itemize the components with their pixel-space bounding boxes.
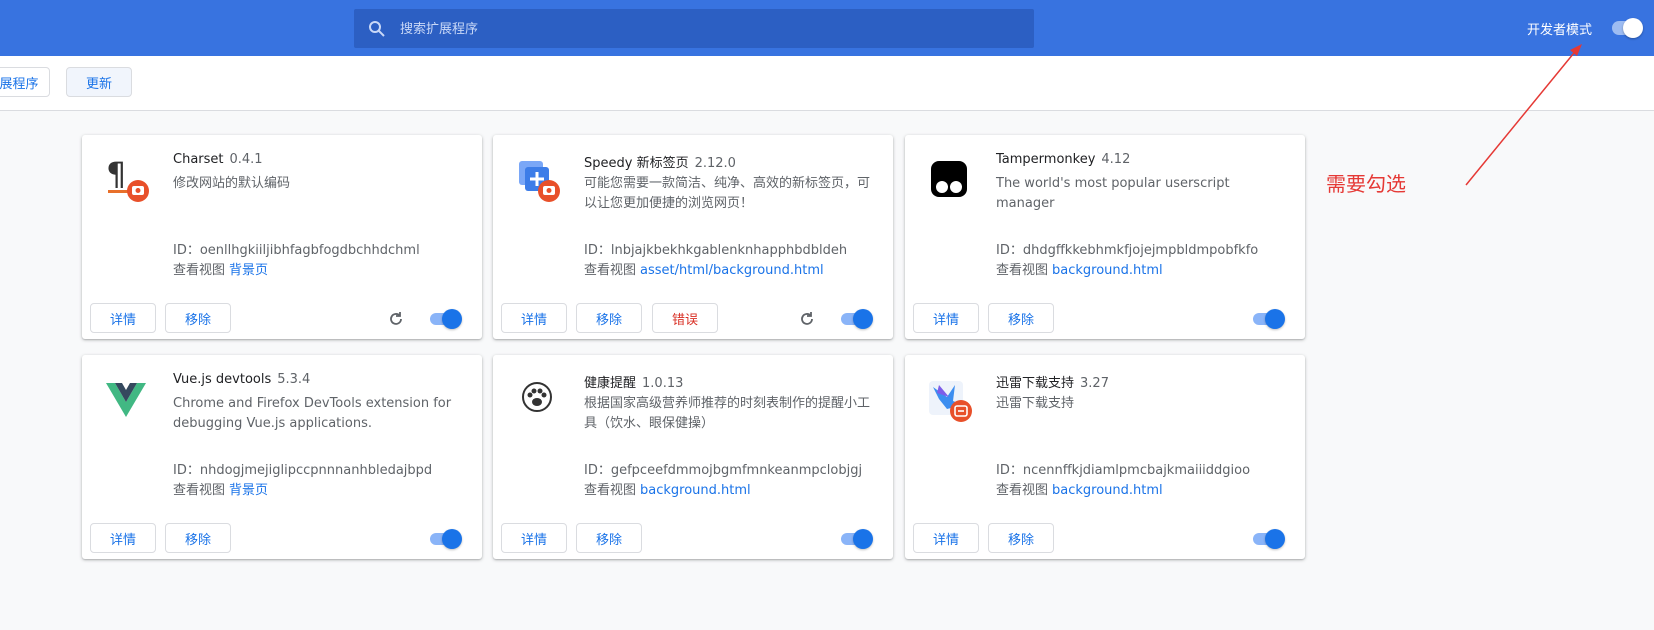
developer-mode-toggle[interactable] [1612,18,1643,38]
extension-card-health-reminder: 健康提醒 1.0.13 根据国家高级营养师推荐的时刻表制作的提醒小工具（饮水、眼保… [493,355,893,559]
enable-toggle[interactable] [1253,529,1285,549]
vue-icon [106,383,146,417]
inspect-view-link[interactable]: asset/html/background.html [640,263,824,278]
pack-extension-button[interactable]: 展程序 [0,67,50,97]
developer-mode-label: 开发者模式 [1527,23,1593,38]
extension-name: Vue.js devtools 5.3.4 [173,372,311,387]
extension-card-vue-devtools: Vue.js devtools 5.3.4 Chrome and Firefox … [82,355,482,559]
extension-description: The world's most popular userscript mana… [996,176,1230,211]
inspect-views: 查看视图 background.html [996,263,1163,278]
inspect-view-link[interactable]: background.html [1052,263,1163,278]
new-tab-icon [519,161,560,202]
pilcrow-icon: ¶ [106,155,149,202]
remove-button[interactable]: 移除 [165,523,231,553]
remove-button[interactable]: 移除 [988,523,1054,553]
extension-name: Tampermonkey 4.12 [996,152,1131,167]
extension-card-charset: ¶ Charset 0.4.1 修改网站的默认编码 ID：oenllhgkiilj… [82,135,482,339]
reload-icon[interactable] [388,311,404,327]
search-box[interactable] [354,9,1034,50]
remove-button[interactable]: 移除 [165,303,231,333]
extension-name: Speedy 新标签页 2.12.0 [584,156,736,171]
extension-id: ID：lnbjajkbekhkgablenknhapphbdbldeh [584,243,848,258]
svg-text:¶: ¶ [106,155,126,193]
reload-icon[interactable] [799,311,815,327]
inspect-views: 查看视图 asset/html/background.html [584,263,824,278]
enable-toggle[interactable] [841,529,873,549]
extension-description: 修改网站的默认编码 [173,176,291,191]
paw-icon [522,382,552,412]
extension-id: ID：nhdogjmejiglipccpnnnanhbledajbpd [173,463,433,478]
toolbar: 展程序 更新 [0,56,1654,111]
inspect-views: 查看视图 背景页 [173,263,269,278]
thunder-bird-icon [929,381,972,422]
inspect-views: 查看视图 背景页 [173,483,269,498]
extension-id: ID：ncennffkjdiamlpmcbajkmaiiiddgioo [996,463,1251,478]
remove-button[interactable]: 移除 [576,303,642,333]
extension-card-tampermonkey: Tampermonkey 4.12 The world's most popula… [905,135,1305,339]
extension-card-thunder: 迅雷下载支持 3.27 迅雷下载支持 ID：ncennffkjdiamlpmcba… [905,355,1305,559]
annotation-text: 需要勾选 [1326,172,1406,196]
inspect-view-link[interactable]: background.html [640,483,751,498]
remove-button[interactable]: 移除 [576,523,642,553]
extension-id: ID：oenllhgkiiljibhfagbfogdbchhdchml [173,243,420,258]
extension-name: 健康提醒 1.0.13 [584,376,684,391]
extension-card-speedy: Speedy 新标签页 2.12.0 可能您需要一款简洁、纯净、高效的新标签页，可… [493,135,893,339]
extension-description: Chrome and Firefox DevTools extension fo… [173,396,452,431]
extension-id: ID：dhdgffkkebhmkfjojejmpbldmpobfkfo [996,243,1259,258]
extension-description: 可能您需要一款简洁、纯净、高效的新标签页，可以让您更加便捷的浏览网页！ [584,176,871,211]
inspect-view-link[interactable]: 背景页 [229,263,268,278]
inspect-view-link[interactable]: background.html [1052,483,1163,498]
inspect-views: 查看视图 background.html [584,483,751,498]
remove-button[interactable]: 移除 [988,303,1054,333]
update-button[interactable]: 更新 [66,67,132,97]
top-bar: 开发者模式 [0,0,1654,56]
details-button[interactable]: 详情 [913,523,979,553]
enable-toggle[interactable] [430,309,462,329]
inspect-views: 查看视图 background.html [996,483,1163,498]
extension-name: Charset 0.4.1 [173,152,263,167]
extension-name: 迅雷下载支持 3.27 [996,376,1109,391]
details-button[interactable]: 详情 [501,523,567,553]
errors-button[interactable]: 错误 [652,303,718,333]
enable-toggle[interactable] [841,309,873,329]
extension-id: ID：gefpceefdmmojbgmfmnkeanmpclobjgj [584,463,863,478]
extension-description: 迅雷下载支持 [996,396,1075,411]
details-button[interactable]: 详情 [913,303,979,333]
inspect-view-link[interactable]: 背景页 [229,483,268,498]
enable-toggle[interactable] [1253,309,1285,329]
enable-toggle[interactable] [430,529,462,549]
tampermonkey-icon [931,161,967,197]
details-button[interactable]: 详情 [90,523,156,553]
extension-description: 根据国家高级营养师推荐的时刻表制作的提醒小工具（饮水、眼保健操） [584,396,871,431]
details-button[interactable]: 详情 [90,303,156,333]
details-button[interactable]: 详情 [501,303,567,333]
search-input[interactable] [398,9,1022,50]
search-icon [369,21,385,37]
